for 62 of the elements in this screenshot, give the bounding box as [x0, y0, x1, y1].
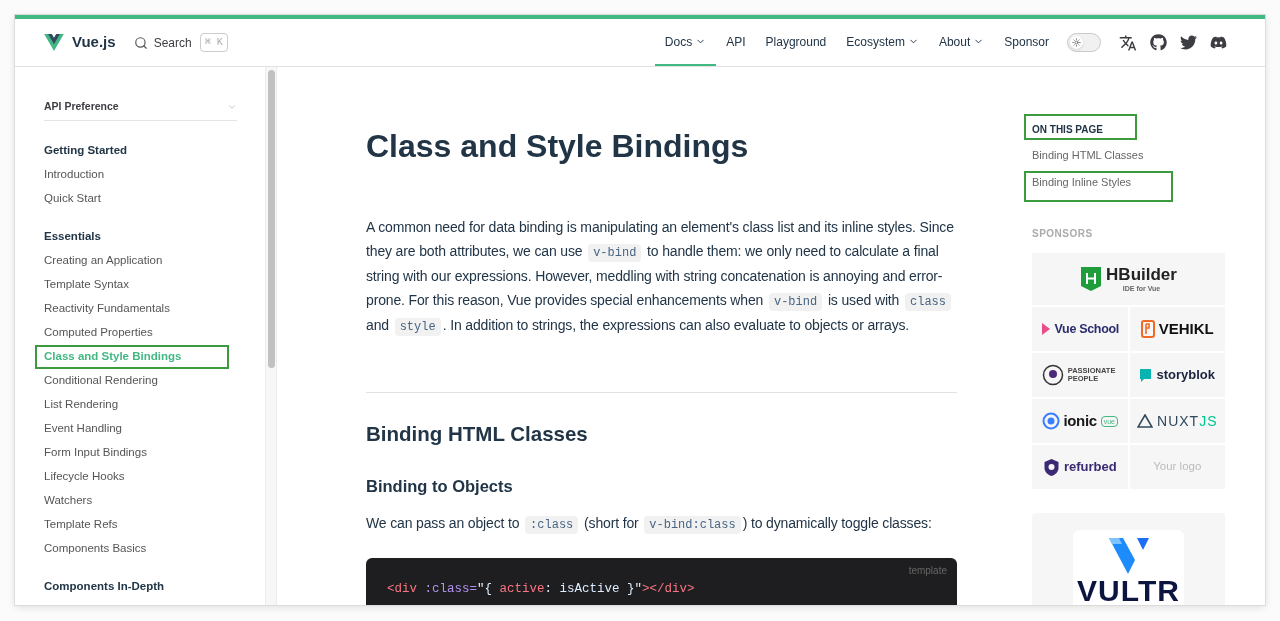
featured-sponsor-card[interactable]: VULTR — [1032, 513, 1225, 605]
sidebar-item[interactable]: List Rendering — [44, 392, 237, 417]
body-paragraph: We can pass an object to :class (short for v-bind:class ) to dynamically toggle classes: — [366, 514, 933, 537]
nav-link[interactable]: Sponsor — [994, 19, 1059, 66]
sponsor-logo[interactable]: VEHIKL — [1129, 307, 1225, 351]
sidebar-item[interactable]: Watchers — [44, 488, 237, 513]
sidebar-item[interactable]: Components Basics — [44, 536, 237, 561]
logo-icon — [1106, 536, 1151, 576]
play-icon — [1040, 322, 1051, 336]
sponsors-title: SPONSORS — [1032, 227, 1094, 241]
sidebar-item[interactable]: Introduction — [44, 162, 237, 187]
scrollbar-thumb[interactable] — [267, 70, 275, 368]
sponsor-name: VULTR — [1077, 576, 1180, 605]
nav-link[interactable]: API — [716, 19, 756, 66]
shortcut-hint: ⌘ K — [199, 33, 228, 52]
section-heading: Binding HTML Classes — [366, 420, 589, 447]
badge-icon — [1140, 320, 1155, 338]
sidebar-item[interactable]: Computed Properties — [44, 320, 237, 345]
triangle-icon — [1137, 414, 1153, 428]
nav-link[interactable]: Playground — [755, 19, 837, 66]
site-title[interactable]: Vue.js — [72, 31, 116, 54]
toc-title: ON THIS PAGE — [1024, 114, 1137, 140]
sponsor-logo[interactable]: NUXTJS — [1129, 399, 1225, 443]
sponsor-logo[interactable]: storyblok — [1129, 353, 1225, 397]
discord-icon[interactable] — [1210, 34, 1227, 51]
code-line: <div :class="{ active: isActive }"></div> — [387, 582, 695, 597]
page-title: Class and Style Bindings — [366, 128, 750, 164]
nav-link[interactable]: About — [928, 19, 995, 66]
sidebar-item[interactable]: Creating an Application — [44, 248, 237, 273]
sidebar-item[interactable]: Template Refs — [44, 512, 237, 537]
ring-icon — [1041, 412, 1060, 430]
sidebar-item[interactable]: Reactivity Fundamentals — [44, 296, 237, 321]
theme-switch[interactable] — [1067, 33, 1101, 52]
search-icon — [133, 35, 148, 50]
subsection-heading: Binding to Objects — [366, 475, 514, 497]
sidebar-section-title: Essentials — [44, 229, 102, 245]
sun-icon — [1072, 38, 1081, 47]
sidebar-item[interactable]: Quick Start — [44, 186, 237, 211]
language-label: template — [908, 564, 947, 579]
sidebar-item[interactable]: Form Input Bindings — [44, 440, 237, 465]
shield-icon — [1080, 266, 1103, 292]
sidebar-section-title: Getting Started — [44, 143, 129, 159]
github-icon[interactable] — [1150, 34, 1167, 51]
sidebar-item[interactable]: Lifecycle Hooks — [44, 464, 237, 489]
sidebar-item[interactable]: Conditional Rendering — [44, 368, 237, 393]
intro-paragraph: A common need for data binding is manipulating an element's class list and its inline styles. Since they are both attributes, we can use v-bind to handle them: we only need to calculate a final string with our expressions. However, meddling with string concatenation is annoying and error-prone. For this reason, Vue provides special enhancements when v-bind is used with class and style . In addition to strings, the expressions can also evaluate to objects or arrays. — [366, 218, 955, 339]
translate-icon[interactable] — [1119, 33, 1137, 52]
logo-icon[interactable] — [44, 34, 64, 51]
toc-link[interactable]: Binding HTML Classes — [1032, 147, 1232, 171]
twitter-icon[interactable] — [1180, 34, 1197, 51]
api-preference-toggle[interactable]: API Preference — [44, 99, 237, 121]
sidebar-item[interactable]: Template Syntax — [44, 272, 237, 297]
toc-link[interactable]: Binding Inline Styles — [1024, 171, 1173, 202]
sponsor-logo[interactable]: refurbed — [1032, 445, 1128, 489]
circle-icon — [1041, 364, 1064, 386]
sponsor-logo[interactable]: Vue School — [1032, 307, 1128, 351]
search-button[interactable]: Search ⌘ K — [133, 33, 228, 52]
nav-link[interactable]: Ecosystem — [836, 19, 929, 66]
shield-icon — [1042, 457, 1060, 477]
sponsor-name: HBuilder — [1106, 266, 1177, 283]
sidebar-item[interactable]: Event Handling — [44, 416, 237, 441]
sidebar-section-title: Components In-Depth — [44, 579, 166, 595]
